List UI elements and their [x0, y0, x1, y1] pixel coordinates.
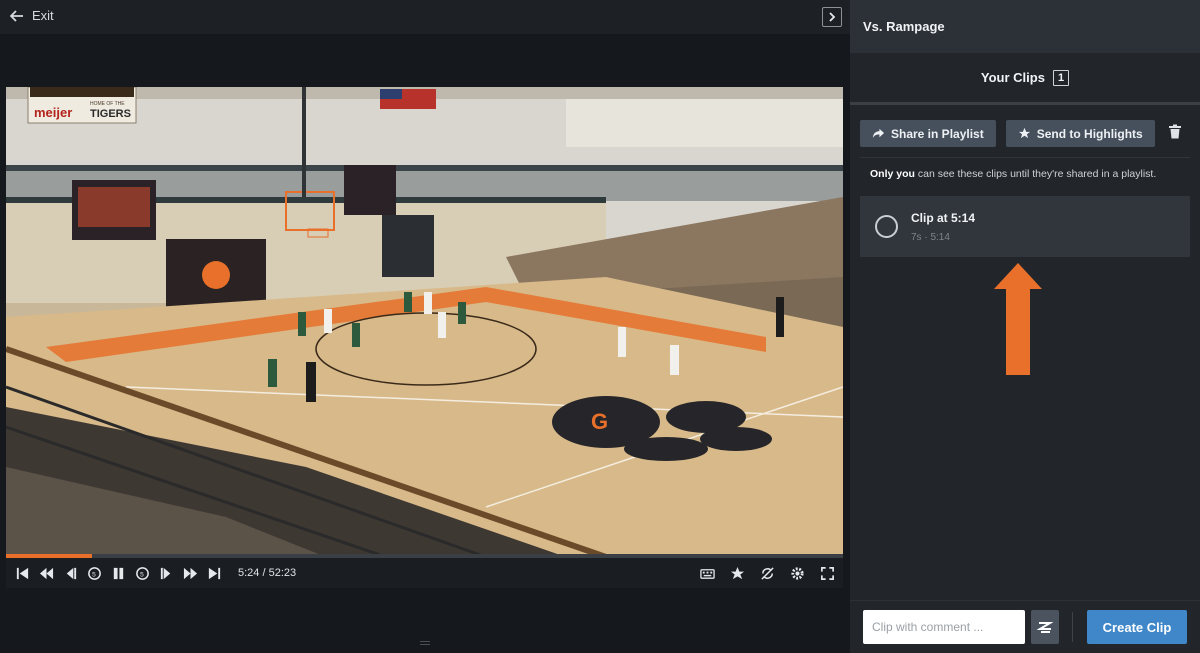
clip-meta: 7s · 5:14 — [911, 232, 975, 243]
exit-label: Exit — [32, 8, 54, 23]
scoreboard-brand: meijer — [34, 105, 72, 120]
share-icon — [872, 128, 885, 139]
clip-comment-input[interactable] — [863, 610, 1025, 644]
step-forward-icon[interactable] — [154, 561, 178, 585]
skip-end-icon[interactable] — [202, 561, 226, 585]
video-frame[interactable]: meijer HOME OF THE TIGERS G — [6, 87, 843, 557]
fullscreen-icon[interactable] — [815, 561, 839, 585]
player-controls: 5 5 5:24 / 52:23 — [6, 558, 843, 588]
step-back-icon[interactable] — [58, 561, 82, 585]
highlight-icon — [1018, 127, 1030, 139]
arrow-left-icon — [10, 9, 23, 22]
timecode: 5:24 / 52:23 — [238, 567, 297, 579]
chevron-right-icon — [829, 12, 836, 22]
privacy-notice: Only you can see these clips until they'… — [850, 158, 1200, 180]
share-label: Share in Playlist — [891, 126, 984, 141]
clip-title: Clip at 5:14 — [911, 210, 976, 225]
clip-select-radio[interactable] — [875, 215, 898, 238]
svg-text:5: 5 — [140, 571, 144, 578]
clip-actions: Share in Playlist Send to Highlights — [850, 105, 1200, 147]
footer-divider — [850, 600, 1200, 601]
app-root: Exit meijer HOME OF THE TIGERS G 5 5 5:2… — [0, 0, 1200, 653]
clip-meta-separator: · — [924, 231, 928, 243]
highlight-icon[interactable] — [725, 561, 749, 585]
video-scene: meijer HOME OF THE TIGERS G — [6, 87, 843, 557]
clip-item[interactable]: Clip at 5:14 7s · 5:14 — [860, 196, 1190, 257]
notice-bold: Only you — [870, 168, 915, 180]
share-in-playlist-button[interactable]: Share in Playlist — [860, 120, 996, 147]
notice-text: can see these clips until they're shared… — [914, 168, 1157, 180]
tab-your-clips[interactable]: Your Clips 1 — [850, 53, 1200, 105]
send-to-highlights-button[interactable]: Send to Highlights — [1005, 120, 1155, 147]
settings-icon[interactable] — [785, 561, 809, 585]
exit-button[interactable]: Exit — [10, 8, 54, 23]
svg-text:5: 5 — [92, 571, 96, 578]
player-area: Exit meijer HOME OF THE TIGERS G 5 5 5:2… — [0, 0, 850, 653]
trash-icon[interactable] — [1168, 124, 1182, 144]
no-loop-icon[interactable] — [755, 561, 779, 585]
keyboard-icon[interactable] — [695, 561, 719, 585]
pause-icon[interactable] — [106, 561, 130, 585]
floor-logo: G — [591, 409, 608, 434]
sidebar-title: Vs. Rampage — [850, 0, 1200, 53]
clips-tab-label: Your Clips — [980, 70, 1045, 85]
arrow-up-icon — [994, 263, 1042, 375]
scoreboard-team: TIGERS — [90, 108, 131, 120]
annotate-button[interactable] — [1031, 610, 1059, 644]
highlights-label: Send to Highlights — [1036, 126, 1143, 141]
vertical-divider — [1072, 612, 1073, 642]
telestrate-icon — [1037, 622, 1053, 633]
clips-count-badge: 1 — [1052, 69, 1070, 86]
fast-forward-icon[interactable] — [178, 561, 202, 585]
clip-duration: 7s — [911, 231, 922, 243]
skip-start-icon[interactable] — [10, 561, 34, 585]
top-bar: Exit — [0, 0, 850, 34]
forward-5-icon[interactable]: 5 — [130, 561, 154, 585]
resize-handle[interactable] — [420, 641, 430, 645]
scoreboard-home-of: HOME OF THE — [90, 101, 125, 107]
back-5-icon[interactable]: 5 — [82, 561, 106, 585]
panel-toggle-button[interactable] — [822, 7, 842, 27]
rewind-icon[interactable] — [34, 561, 58, 585]
create-clip-button[interactable]: Create Clip — [1087, 610, 1187, 644]
clips-sidebar: Vs. Rampage Your Clips 1 Share in Playli… — [850, 0, 1200, 653]
clip-time: 5:14 — [930, 231, 950, 243]
